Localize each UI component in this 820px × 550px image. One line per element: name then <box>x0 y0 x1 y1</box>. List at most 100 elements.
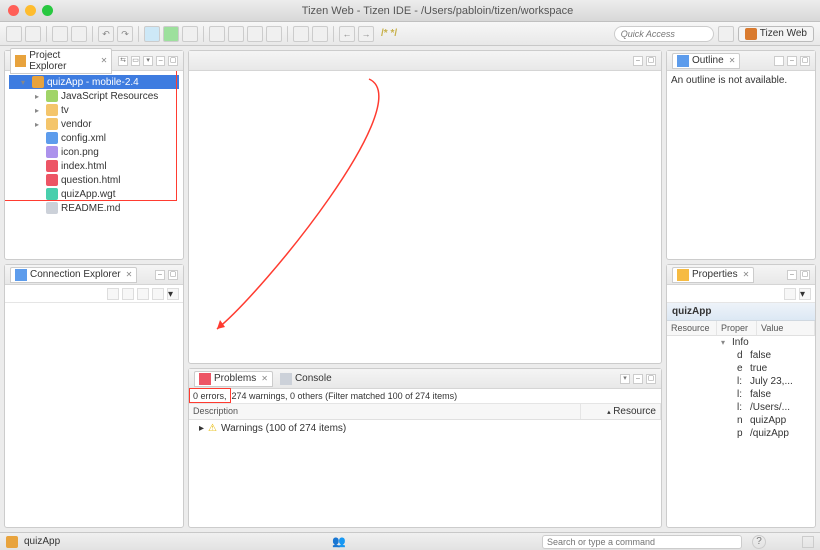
tool-button[interactable] <box>122 288 134 300</box>
new-button[interactable] <box>6 26 22 42</box>
expand-icon[interactable]: ▸ <box>199 423 204 434</box>
tool-button[interactable] <box>312 26 328 42</box>
warnings-group-row[interactable]: ▸ ⚠ Warnings (100 of 274 items) <box>193 422 657 435</box>
close-tab-icon[interactable]: ✕ <box>101 56 108 65</box>
tool-button[interactable] <box>71 26 87 42</box>
hammer-icon[interactable] <box>52 26 68 42</box>
back-button[interactable]: ← <box>339 26 355 42</box>
close-tab-icon[interactable]: ✕ <box>729 56 736 65</box>
maximize-icon[interactable]: ▢ <box>800 270 810 280</box>
close-tab-icon[interactable]: ✕ <box>126 270 133 279</box>
property-row[interactable]: etrue <box>729 362 815 375</box>
expand-icon[interactable]: ▾ <box>21 78 29 87</box>
expand-icon[interactable]: ▸ <box>35 92 43 101</box>
close-icon[interactable] <box>8 5 19 16</box>
tree-item[interactable]: quizApp.wgt <box>23 187 179 201</box>
zoom-icon[interactable] <box>42 5 53 16</box>
collapse-icon[interactable]: ▾ <box>721 338 729 347</box>
col-value[interactable]: Value <box>757 321 815 335</box>
forward-button[interactable]: → <box>358 26 374 42</box>
close-tab-icon[interactable]: ✕ <box>261 374 268 383</box>
status-project: quizApp <box>24 536 60 547</box>
redo-button[interactable]: ↷ <box>117 26 133 42</box>
outline-icon <box>677 55 689 67</box>
tree-item[interactable]: README.md <box>23 201 179 215</box>
outline-tab[interactable]: Outline ✕ <box>672 53 740 69</box>
property-value: false <box>750 389 771 400</box>
close-tab-icon[interactable]: ✕ <box>743 270 750 279</box>
maximize-icon[interactable]: ▢ <box>646 374 656 384</box>
save-button[interactable] <box>25 26 41 42</box>
undo-button[interactable]: ↶ <box>98 26 114 42</box>
expand-icon[interactable]: ▸ <box>35 106 43 115</box>
minimize-icon[interactable]: – <box>787 56 797 66</box>
tree-item[interactable]: ▸JavaScript Resources <box>23 89 179 103</box>
open-perspective-button[interactable] <box>718 26 734 42</box>
view-menu-icon[interactable]: ▾ <box>799 288 811 300</box>
tool-button[interactable] <box>107 288 119 300</box>
tool-button[interactable] <box>266 26 282 42</box>
tool-button[interactable] <box>784 288 796 300</box>
tree-item[interactable]: index.html <box>23 159 179 173</box>
col-resource[interactable]: Resource <box>667 321 717 335</box>
property-row[interactable]: dfalse <box>729 349 815 362</box>
view-menu-icon[interactable]: ▾ <box>620 374 630 384</box>
property-row[interactable]: p/quizApp <box>729 427 815 440</box>
property-row[interactable]: l:false <box>729 388 815 401</box>
tool-button[interactable] <box>182 26 198 42</box>
tool-button[interactable] <box>802 536 814 548</box>
person-icon[interactable]: 👥 <box>332 535 346 548</box>
minimize-icon[interactable]: – <box>787 270 797 280</box>
tree-item[interactable]: icon.png <box>23 145 179 159</box>
comment-toggle-icon[interactable]: /* */ <box>381 28 397 39</box>
col-property[interactable]: Proper <box>717 321 757 335</box>
tool-button[interactable] <box>209 26 225 42</box>
minimize-icon[interactable]: – <box>155 270 165 280</box>
view-menu-icon[interactable]: ▾ <box>167 288 179 300</box>
property-row[interactable]: nquizApp <box>729 414 815 427</box>
project-tree[interactable]: ▾ quizApp - mobile-2.4 <box>9 75 179 89</box>
quick-access-input[interactable] <box>614 26 714 42</box>
connection-explorer-tab[interactable]: Connection Explorer ✕ <box>10 267 137 283</box>
tool-button[interactable] <box>247 26 263 42</box>
command-search-input[interactable] <box>542 535 742 549</box>
collapse-all-icon[interactable]: ▭ <box>131 56 141 66</box>
properties-tab[interactable]: Properties ✕ <box>672 267 754 283</box>
minimize-icon[interactable]: – <box>633 374 643 384</box>
separator <box>333 26 334 42</box>
maximize-icon[interactable]: ▢ <box>168 270 178 280</box>
minimize-icon[interactable]: – <box>156 56 166 66</box>
link-editor-icon[interactable]: ⇆ <box>118 56 128 66</box>
tree-item[interactable]: question.html <box>23 173 179 187</box>
col-description[interactable]: Description <box>189 404 581 419</box>
tool-button[interactable] <box>774 56 784 66</box>
file-icon <box>46 132 58 144</box>
maximize-icon[interactable]: ▢ <box>800 56 810 66</box>
console-tab[interactable]: Console <box>276 372 336 386</box>
info-group-row[interactable]: ▾ Info <box>667 336 815 349</box>
tree-item[interactable]: ▸vendor <box>23 117 179 131</box>
col-resource[interactable]: ▴ Resource <box>581 404 661 419</box>
view-menu-icon[interactable]: ▾ <box>143 56 153 66</box>
tool-button[interactable] <box>228 26 244 42</box>
tree-item[interactable]: ▸tv <box>23 103 179 117</box>
debug-button[interactable] <box>144 26 160 42</box>
property-row[interactable]: l:July 23,... <box>729 375 815 388</box>
problems-tab[interactable]: Problems ✕ <box>194 371 273 387</box>
tool-button[interactable] <box>152 288 164 300</box>
tree-item[interactable]: config.xml <box>23 131 179 145</box>
maximize-icon[interactable]: ▢ <box>168 56 178 66</box>
project-explorer-tab[interactable]: Project Explorer ✕ <box>10 48 112 74</box>
property-value: July 23,... <box>750 376 793 387</box>
maximize-icon[interactable]: ▢ <box>646 56 656 66</box>
help-icon[interactable]: ? <box>752 535 766 549</box>
tool-button[interactable] <box>137 288 149 300</box>
minimize-icon[interactable]: – <box>633 56 643 66</box>
tool-button[interactable] <box>293 26 309 42</box>
property-row[interactable]: l:/Users/... <box>729 401 815 414</box>
tree-root[interactable]: ▾ quizApp - mobile-2.4 <box>9 75 179 89</box>
run-button[interactable] <box>163 26 179 42</box>
perspective-switcher[interactable]: Tizen Web <box>738 26 814 42</box>
minimize-icon[interactable] <box>25 5 36 16</box>
expand-icon[interactable]: ▸ <box>35 120 43 129</box>
